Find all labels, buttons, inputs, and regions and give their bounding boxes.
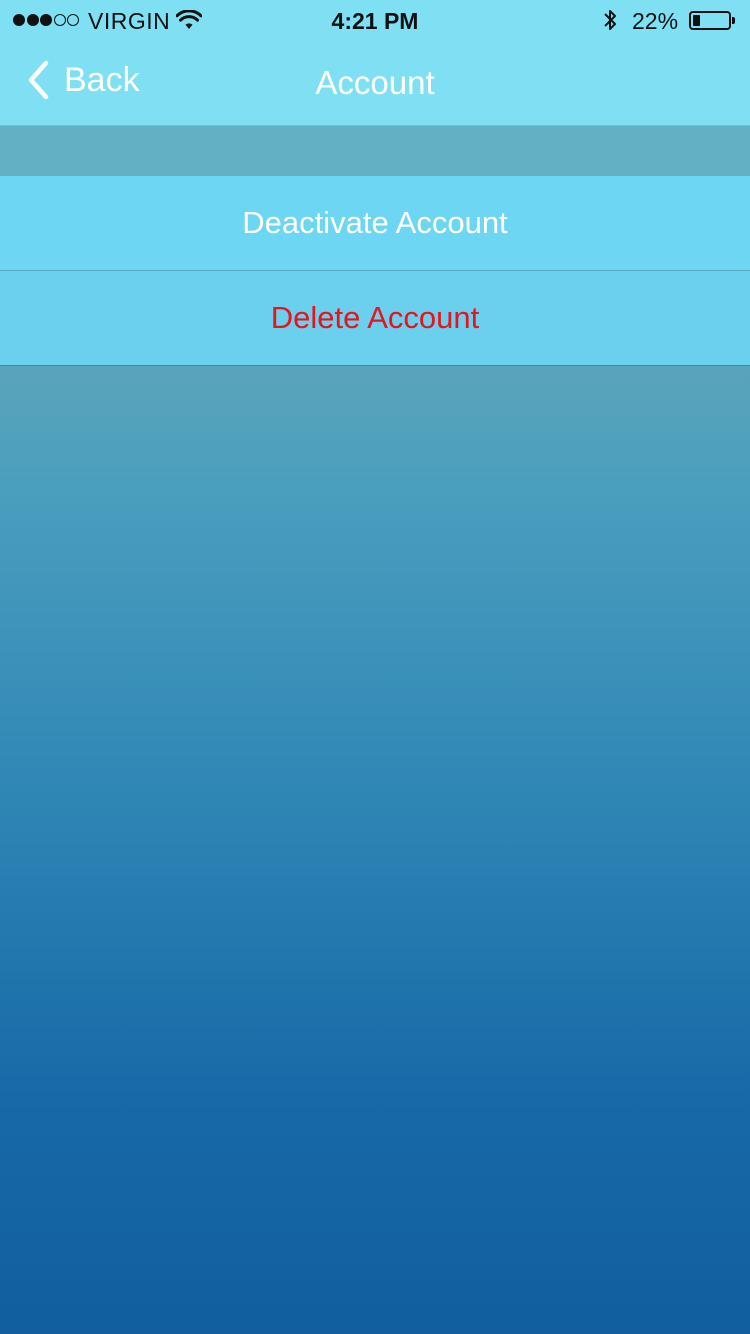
list-bottom-border [0, 365, 750, 366]
battery-percentage: 22% [632, 8, 679, 34]
delete-account-label: Delete Account [270, 300, 480, 335]
status-bar: VIRGIN 4:21 PM 22% [0, 0, 750, 40]
page-title: Account [315, 64, 435, 101]
deactivate-account-button[interactable]: Deactivate Account [0, 176, 750, 270]
navigation-header: VIRGIN 4:21 PM 22% Back Account [0, 0, 750, 126]
battery-icon [689, 11, 735, 30]
bluetooth-icon [602, 8, 618, 38]
section-header-spacer [0, 126, 750, 176]
delete-account-button[interactable]: Delete Account [0, 271, 750, 365]
deactivate-account-label: Deactivate Account [242, 205, 508, 240]
